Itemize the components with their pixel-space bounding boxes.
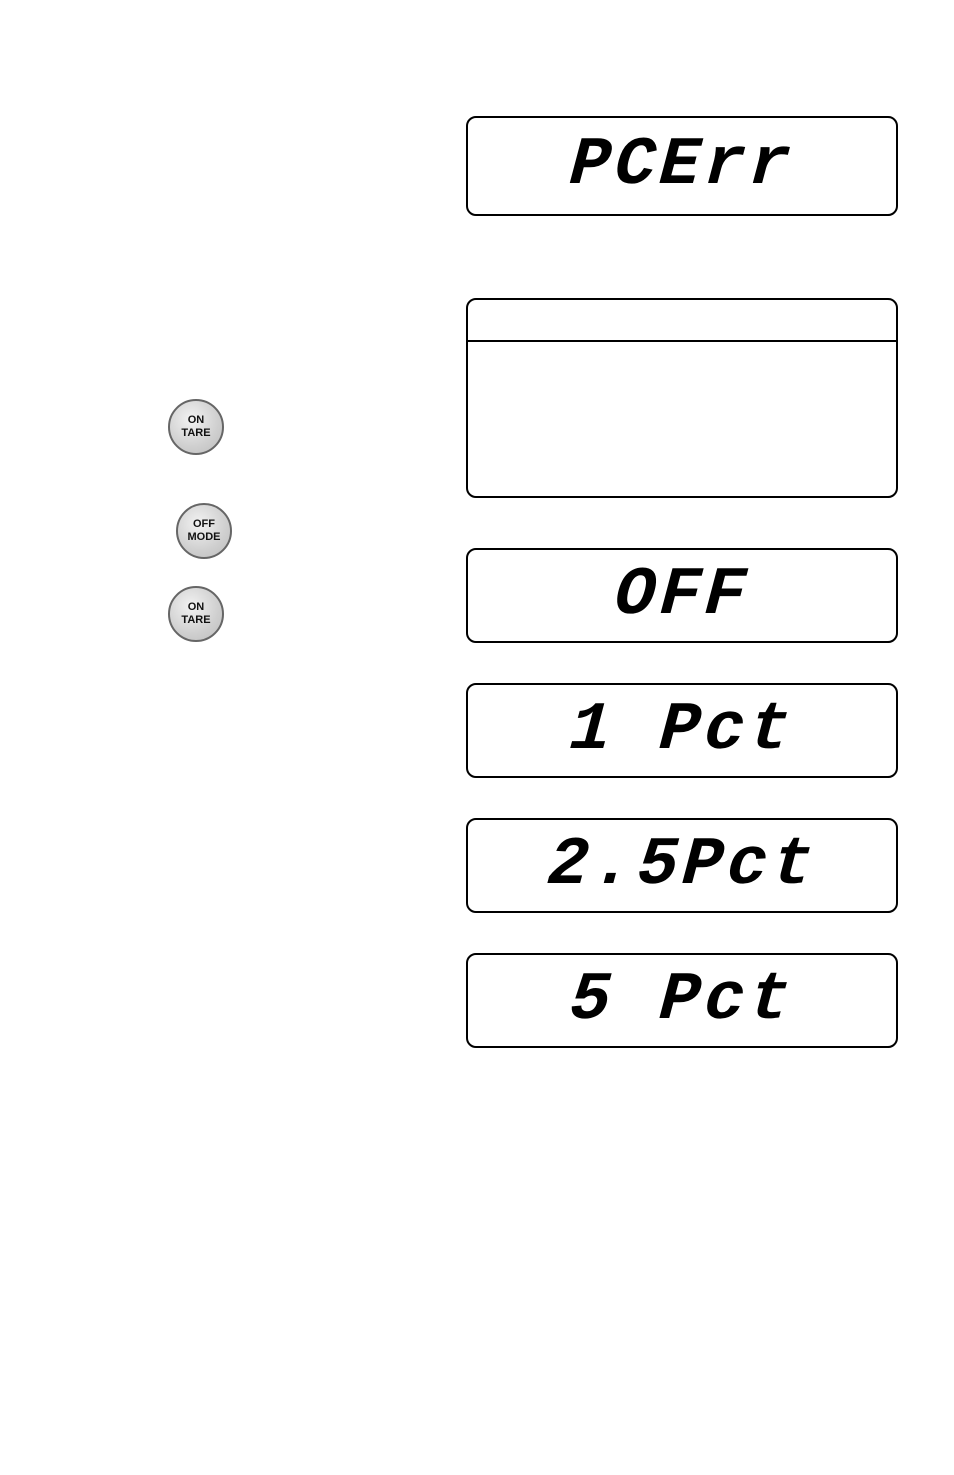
lcd-display-pcerr: PCErr bbox=[466, 116, 898, 216]
button-label-line1: OFF bbox=[193, 519, 215, 530]
button-label-line1: ON bbox=[188, 602, 205, 613]
lcd-large-divider bbox=[468, 340, 896, 342]
lcd-display-large bbox=[466, 298, 898, 498]
lcd-display-twofive-pct: 2.5Pct bbox=[466, 818, 898, 913]
lcd-display-one-pct: 1 Pct bbox=[466, 683, 898, 778]
page: PCErr OFF 1 Pct 2.5Pct 5 Pct ON TARE OFF… bbox=[0, 0, 954, 1475]
off-mode-button[interactable]: OFF MODE bbox=[176, 503, 232, 559]
button-label-line2: MODE bbox=[188, 532, 221, 543]
lcd-display-five-pct: 5 Pct bbox=[466, 953, 898, 1048]
button-label-line2: TARE bbox=[181, 615, 210, 626]
lcd-text-twofive-pct: 2.5Pct bbox=[545, 832, 819, 900]
lcd-text-pcerr: PCErr bbox=[568, 132, 797, 200]
on-tare-button-1[interactable]: ON TARE bbox=[168, 399, 224, 455]
lcd-display-off: OFF bbox=[466, 548, 898, 643]
lcd-text-five-pct: 5 Pct bbox=[568, 967, 797, 1035]
button-label-line2: TARE bbox=[181, 428, 210, 439]
lcd-text-off: OFF bbox=[612, 562, 751, 630]
button-label-line1: ON bbox=[188, 415, 205, 426]
lcd-text-one-pct: 1 Pct bbox=[568, 697, 797, 765]
on-tare-button-2[interactable]: ON TARE bbox=[168, 586, 224, 642]
